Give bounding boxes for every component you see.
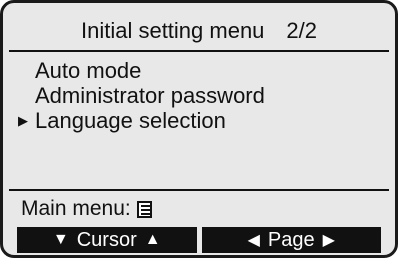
footer-divider	[9, 189, 389, 191]
menu-item-administrator-password[interactable]: Administrator password	[17, 83, 265, 108]
selection-cursor-icon: ▶	[18, 113, 28, 128]
down-triangle-icon: ▼	[52, 231, 69, 248]
main-menu-hint: Main menu:	[21, 196, 152, 222]
menu-list-icon	[136, 200, 152, 218]
right-triangle-icon: ▶	[322, 232, 335, 249]
lcd-display: Initial setting menu 2/2 Auto mode Admin…	[0, 0, 398, 258]
menu-item-label: Administrator password	[35, 83, 265, 108]
title-bar: Initial setting menu 2/2	[11, 11, 387, 51]
menu-item-auto-mode[interactable]: Auto mode	[17, 58, 265, 83]
menu-item-label: Auto mode	[35, 58, 142, 83]
left-triangle-icon: ◀	[247, 232, 260, 249]
settings-menu-list: Auto mode Administrator password ▶ Langu…	[17, 58, 265, 133]
page-key-label: Page	[267, 228, 315, 251]
menu-item-language-selection[interactable]: ▶ Language selection	[17, 108, 265, 133]
page-indicator: 2/2	[286, 18, 318, 43]
title-divider	[9, 50, 389, 52]
page-title: Initial setting menu	[80, 18, 265, 43]
up-triangle-icon: ▲	[144, 231, 161, 248]
screen: Initial setting menu 2/2 Auto mode Admin…	[3, 3, 395, 255]
menu-item-label: Language selection	[35, 108, 226, 133]
page-function-key[interactable]: ◀ Page ▶	[201, 227, 381, 253]
function-key-bar: ▼ Cursor ▲ ◀ Page ▶	[17, 227, 381, 253]
main-menu-label: Main menu:	[21, 197, 131, 220]
cursor-key-label: Cursor	[76, 228, 137, 251]
cursor-function-key[interactable]: ▼ Cursor ▲	[17, 227, 197, 253]
